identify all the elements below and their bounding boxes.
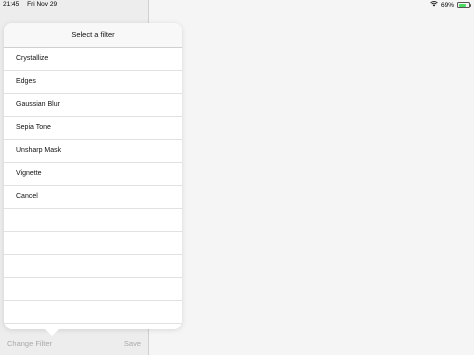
empty-row <box>4 232 182 255</box>
empty-row <box>4 301 182 324</box>
filter-option-gaussian-blur[interactable]: Gaussian Blur <box>4 94 182 117</box>
popover-arrow <box>45 329 59 336</box>
status-time: 21:45 <box>3 1 20 8</box>
filter-option-unsharp-mask[interactable]: Unsharp Mask <box>4 140 182 163</box>
battery-icon <box>457 2 471 8</box>
battery-fill <box>458 3 467 7</box>
filter-option-vignette[interactable]: Vignette <box>4 163 182 186</box>
filter-option-edges[interactable]: Edges <box>4 71 182 94</box>
filter-option-list: Crystallize Edges Gaussian Blur Sepia To… <box>4 48 182 324</box>
filter-popover: Select a filter Crystallize Edges Gaussi… <box>4 23 182 329</box>
battery-percent: 69% <box>440 1 454 9</box>
empty-row <box>4 255 182 278</box>
status-date: Fri Nov 29 <box>27 1 58 8</box>
empty-row <box>4 209 182 232</box>
status-bar: 21:45 Fri Nov 29 69% <box>0 0 474 10</box>
filter-option-sepia-tone[interactable]: Sepia Tone <box>4 117 182 140</box>
cancel-option[interactable]: Cancel <box>4 186 182 209</box>
popover-title: Select a filter <box>4 23 182 48</box>
wifi-icon <box>430 1 438 9</box>
empty-row <box>4 278 182 301</box>
filter-option-crystallize[interactable]: Crystallize <box>4 48 182 71</box>
